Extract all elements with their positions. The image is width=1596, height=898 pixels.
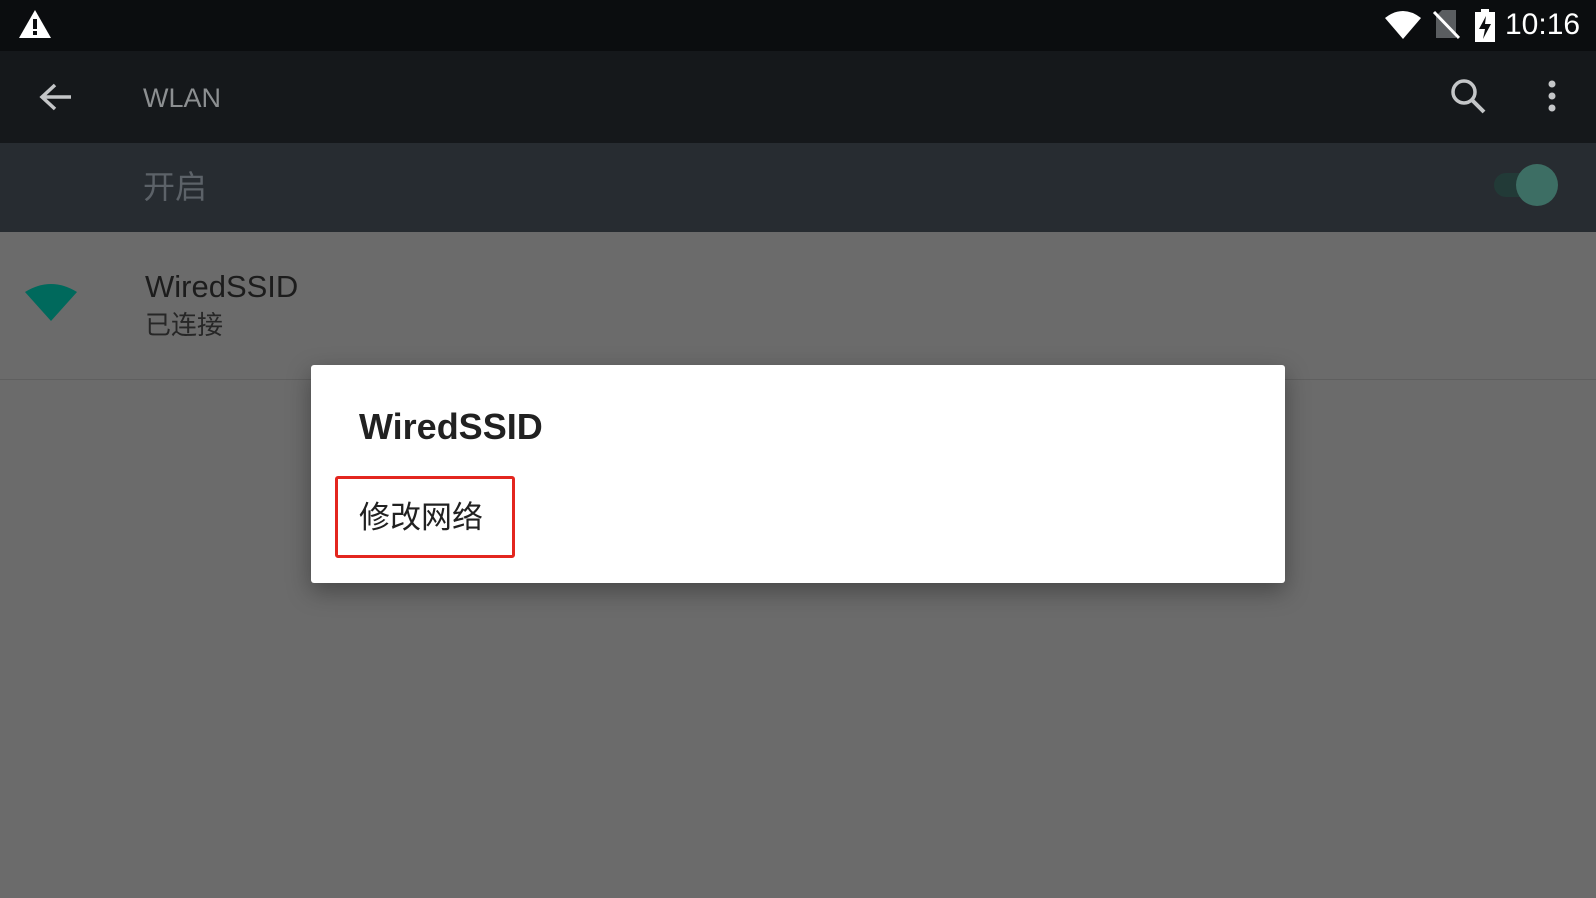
wifi-signal-icon (1385, 11, 1421, 39)
page-title: WLAN (143, 83, 222, 113)
modify-network-label: 修改网络 (359, 500, 483, 536)
wifi-signal-full-icon (25, 284, 77, 321)
dialog-title: WiredSSID (359, 406, 543, 447)
back-arrow-icon[interactable] (36, 77, 76, 117)
battery-charging-icon (1475, 9, 1495, 42)
wifi-master-switch-bar[interactable]: 开启 (0, 143, 1596, 232)
search-icon[interactable] (1448, 76, 1488, 116)
network-list-item[interactable]: WiredSSID 已连接 (0, 232, 1596, 380)
modify-network-option[interactable]: 修改网络 (335, 476, 515, 558)
wifi-switch-label: 开启 (143, 168, 208, 206)
status-bar: 10:16 (0, 0, 1596, 51)
network-options-dialog: WiredSSID 修改网络 (311, 365, 1285, 583)
more-vert-icon[interactable] (1535, 76, 1569, 116)
no-sim-icon (1432, 10, 1460, 40)
network-status: 已连接 (145, 311, 224, 341)
app-bar: WLAN (0, 51, 1596, 143)
network-ssid: WiredSSID (145, 269, 299, 304)
status-clock: 10:16 (1505, 8, 1581, 41)
toggle-thumb[interactable] (1516, 164, 1558, 206)
warning-icon (19, 10, 51, 38)
